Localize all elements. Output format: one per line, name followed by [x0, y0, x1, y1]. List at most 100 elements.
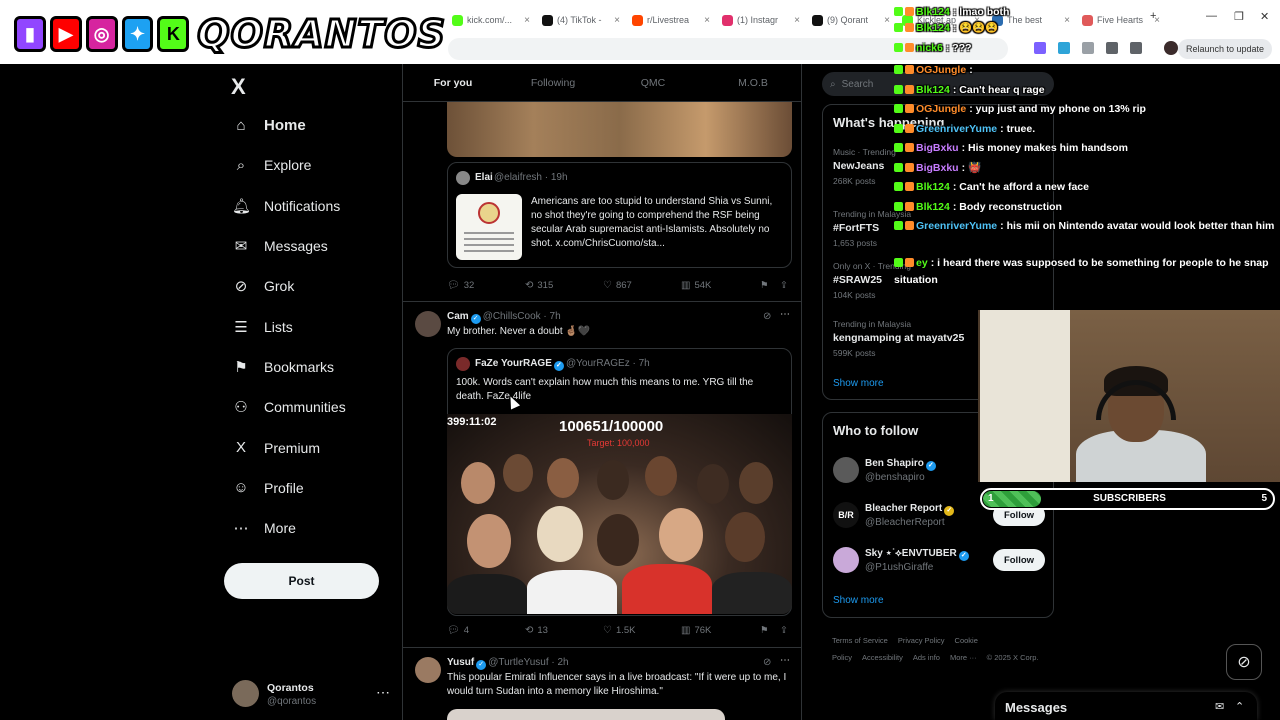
- nav-item-profile[interactable]: ☺ Profile: [224, 468, 394, 508]
- nav-item-communities[interactable]: ⚇ Communities: [224, 387, 394, 427]
- badge-icon: [905, 124, 914, 133]
- stream-chat-overlay: Blk124: lmao both Blk124: 😫😫😫 nick6: ??? OG…: [894, 0, 1280, 300]
- browser-tab[interactable]: (1) Instagr ×: [718, 9, 804, 31]
- video-player[interactable]: 399:11:02 100651/100000 Target: 100,000: [447, 414, 792, 614]
- nav-label: Bookmarks: [264, 358, 335, 375]
- nav-item-messages[interactable]: ✉ Messages: [224, 226, 394, 266]
- more-icon[interactable]: ⋯: [780, 655, 790, 666]
- footer-link[interactable]: Ads info: [913, 653, 940, 662]
- quoted-text: Americans are too stupid to understand S…: [531, 196, 773, 249]
- follow-button[interactable]: Follow: [993, 549, 1045, 571]
- share-icon[interactable]: ⇪: [780, 625, 788, 636]
- chat-text: 😫😫😫: [959, 22, 999, 34]
- feed-tabs: For you Following QMC M.O.B: [403, 64, 801, 102]
- tweet-header: Yusuf ✓ @TurtleYusuf · 2h: [447, 657, 569, 670]
- favicon-icon: [542, 14, 553, 26]
- browser-tab[interactable]: r/Livestrea ×: [628, 9, 714, 31]
- avatar[interactable]: [415, 657, 441, 683]
- grok-icon: ⊘: [1237, 654, 1251, 671]
- browser-tab[interactable]: (9) Qorant ×: [808, 9, 894, 31]
- account-switcher[interactable]: Qorantos @qorantos ⋯: [232, 680, 392, 710]
- grok-button[interactable]: ⊘: [1226, 644, 1262, 680]
- bookmark-icon[interactable]: ⚑: [760, 625, 769, 636]
- grok-icon[interactable]: ⊘: [763, 657, 771, 668]
- tab-following[interactable]: Following: [503, 77, 603, 89]
- more-icon[interactable]: ⋯: [376, 684, 390, 701]
- expand-icon[interactable]: ⌃: [1235, 700, 1244, 713]
- goal-target: 5: [1261, 493, 1267, 504]
- close-tab-icon[interactable]: ×: [884, 15, 890, 26]
- main-feed: For you Following QMC M.O.B Elai @elaifr…: [402, 64, 802, 720]
- nav-item-bookmarks[interactable]: ⚑ Bookmarks: [224, 347, 394, 387]
- twitter-icon: ✦: [121, 16, 154, 52]
- x-logo[interactable]: X: [231, 74, 246, 100]
- views-button[interactable]: ▥ 54K: [681, 280, 711, 291]
- tweet-actions: 💬︎ 4 ⟲ 13 ♡ 1.5K ▥ 76K ⚑ ⇪: [447, 625, 792, 641]
- bookmark-icon[interactable]: ⚑: [760, 280, 769, 291]
- nav-item-home[interactable]: ⌂ Home: [224, 105, 394, 145]
- footer-link[interactable]: Accessibility: [862, 653, 903, 662]
- more-icon[interactable]: ⋯: [780, 309, 790, 320]
- reply-button[interactable]: 💬︎ 32: [447, 280, 474, 291]
- footer-link[interactable]: More ···: [950, 653, 977, 662]
- nav-label: Premium: [264, 439, 321, 456]
- trend-name: #SRAW25: [833, 274, 883, 286]
- tab-qmc[interactable]: QMC: [603, 77, 703, 89]
- tab-for-you[interactable]: For you: [403, 77, 503, 89]
- messages-drawer[interactable]: Messages ✉ ⌃: [995, 692, 1257, 720]
- avatar[interactable]: [415, 311, 441, 337]
- close-tab-icon[interactable]: ×: [524, 15, 530, 26]
- footer-link[interactable]: Terms of Service: [832, 636, 888, 645]
- trend-category: Trending in Malaysia: [833, 319, 912, 329]
- like-button[interactable]: ♡ 1.5K: [603, 625, 636, 636]
- chat-username: OGJungle: [916, 103, 967, 115]
- show-more-link[interactable]: Show more: [833, 595, 884, 606]
- views-button[interactable]: ▥ 76K: [681, 625, 711, 636]
- search-placeholder: Search: [841, 78, 874, 90]
- favicon-icon: [812, 14, 823, 26]
- trend-name: #FortFTS: [833, 222, 880, 234]
- like-button[interactable]: ♡ 867: [603, 280, 632, 291]
- heart-icon: ♡: [603, 280, 612, 291]
- author-handle[interactable]: @ChillsCook · 7h: [483, 311, 561, 322]
- suggestion-handle: @benshapiro: [865, 472, 925, 483]
- browser-tab[interactable]: (4) TikTok - ×: [538, 9, 624, 31]
- nav-item-grok[interactable]: ⊘ Grok: [224, 266, 394, 306]
- profile-icon: ☺: [233, 479, 249, 497]
- verified-badge-icon: ✓: [925, 461, 936, 471]
- author-name[interactable]: Cam: [447, 311, 469, 322]
- grok-icon[interactable]: ⊘: [763, 311, 771, 322]
- repost-button[interactable]: ⟲ 13: [525, 625, 548, 636]
- tab-mob[interactable]: M.O.B: [703, 77, 801, 89]
- browser-tab[interactable]: kick.com/... ×: [448, 9, 534, 31]
- badge-icon: [894, 7, 903, 16]
- footer-link[interactable]: © 2025 X Corp.: [987, 653, 1039, 662]
- show-more-link[interactable]: Show more: [833, 378, 884, 389]
- nav-label: Messages: [264, 238, 328, 255]
- stream-logo-banner: ▮ ▶ ◎ ✦ K QORANTOS: [6, 6, 446, 62]
- author-name[interactable]: Yusuf: [447, 657, 474, 668]
- quoted-thumbnail: [456, 194, 522, 260]
- post-button[interactable]: Post: [224, 563, 379, 599]
- close-tab-icon[interactable]: ×: [614, 15, 620, 26]
- share-icon[interactable]: ⇪: [780, 280, 788, 291]
- repost-button[interactable]: ⟲ 315: [525, 280, 553, 291]
- compose-message-icon[interactable]: ✉: [1215, 700, 1224, 713]
- reply-button[interactable]: 💬︎ 4: [447, 625, 469, 636]
- author-handle[interactable]: @TurtleYusuf · 2h: [488, 657, 568, 668]
- nav-item-premium[interactable]: X Premium: [224, 427, 394, 467]
- close-tab-icon[interactable]: ×: [794, 15, 800, 26]
- nav-item-notifications[interactable]: 🔔︎ Notifications: [224, 186, 394, 226]
- close-tab-icon[interactable]: ×: [704, 15, 710, 26]
- avatar: [456, 357, 470, 371]
- badge-icon: [905, 43, 914, 52]
- quoted-tweet[interactable]: Elai @elaifresh · 19h Americans are too …: [447, 162, 792, 268]
- tweet-header: Cam ✓ @ChillsCook · 7h: [447, 311, 561, 324]
- tweet-media-image[interactable]: [447, 709, 725, 720]
- nav-item-explore[interactable]: ⌕ Explore: [224, 145, 394, 185]
- nav-item-more[interactable]: ⋯ More: [224, 508, 394, 548]
- footer-link[interactable]: Privacy Policy: [898, 636, 945, 645]
- badge-icon: [894, 221, 903, 230]
- tweet-media-image[interactable]: [447, 102, 792, 157]
- nav-item-lists[interactable]: ☰ Lists: [224, 306, 394, 346]
